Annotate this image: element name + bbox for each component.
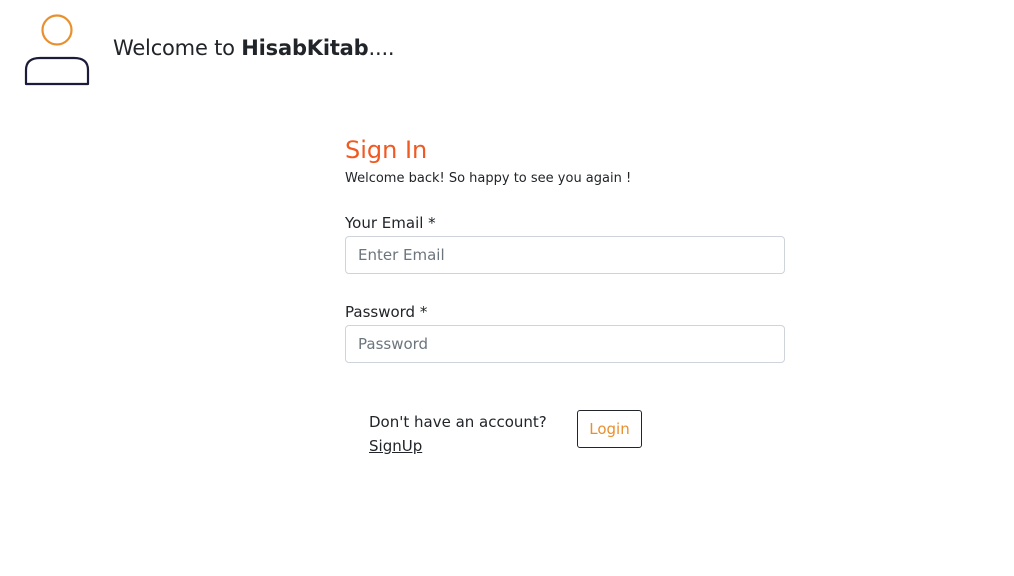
welcome-prefix: Welcome to (113, 36, 242, 60)
user-icon (24, 14, 90, 86)
password-field[interactable] (345, 325, 785, 363)
page-header: Welcome to HisabKitab.... (24, 14, 395, 86)
signin-footer: Don't have an account? SignUp Login (369, 410, 649, 458)
email-label: Your Email * (345, 214, 436, 232)
welcome-suffix: .... (368, 36, 395, 60)
signin-form: Sign In Welcome back! So happy to see yo… (345, 134, 785, 363)
welcome-heading: Welcome to HisabKitab.... (113, 36, 395, 60)
signup-link[interactable]: SignUp (369, 434, 422, 458)
email-field[interactable] (345, 236, 785, 274)
signin-subtitle: Welcome back! So happy to see you again … (345, 171, 632, 186)
signin-title: Sign In (345, 136, 428, 164)
login-button[interactable]: Login (577, 410, 642, 448)
password-label: Password * (345, 303, 428, 321)
brand-name: HisabKitab (241, 36, 369, 60)
